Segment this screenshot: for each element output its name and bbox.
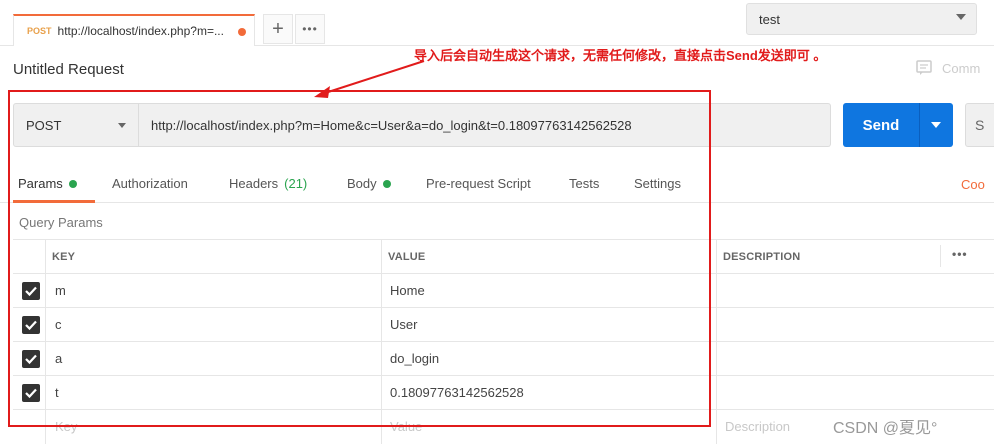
environment-label: test bbox=[759, 11, 780, 27]
comment-icon bbox=[916, 60, 932, 75]
comments-button[interactable]: Comm bbox=[916, 60, 994, 76]
column-divider bbox=[940, 245, 941, 267]
new-description-field[interactable]: Description bbox=[725, 419, 790, 434]
cookies-link[interactable]: Coo bbox=[961, 177, 994, 192]
request-tab-url: http://localhost/index.php?m=... bbox=[57, 24, 224, 38]
column-header-description: DESCRIPTION bbox=[723, 251, 801, 263]
tab-more-button[interactable]: ••• bbox=[295, 14, 325, 44]
column-options-button[interactable]: ••• bbox=[952, 247, 968, 261]
send-label: Send bbox=[862, 116, 900, 134]
chevron-down-icon bbox=[956, 14, 966, 20]
new-tab-button[interactable]: + bbox=[263, 14, 293, 44]
request-tab-method: POST bbox=[27, 26, 52, 36]
annotation-arrow-icon bbox=[314, 60, 425, 98]
request-tab[interactable]: POST http://localhost/index.php?m=... bbox=[13, 14, 255, 46]
send-divider bbox=[919, 103, 920, 147]
highlight-box bbox=[8, 90, 711, 427]
tab-bar: POST http://localhost/index.php?m=... + … bbox=[0, 0, 994, 46]
annotation-text: 导入后会自动生成这个请求，无需任何修改，直接点击Send发送即可 。 bbox=[414, 48, 827, 63]
watermark: CSDN @夏见° bbox=[833, 420, 938, 437]
comments-label: Comm bbox=[942, 60, 981, 76]
send-button[interactable]: Send bbox=[843, 103, 953, 147]
send-options-chevron-icon[interactable] bbox=[931, 122, 941, 128]
request-title[interactable]: Untitled Request bbox=[13, 61, 124, 78]
column-divider bbox=[716, 239, 717, 444]
environment-select[interactable]: test bbox=[746, 3, 977, 35]
unsaved-dot-icon bbox=[238, 28, 246, 36]
save-button[interactable]: S bbox=[965, 103, 994, 147]
